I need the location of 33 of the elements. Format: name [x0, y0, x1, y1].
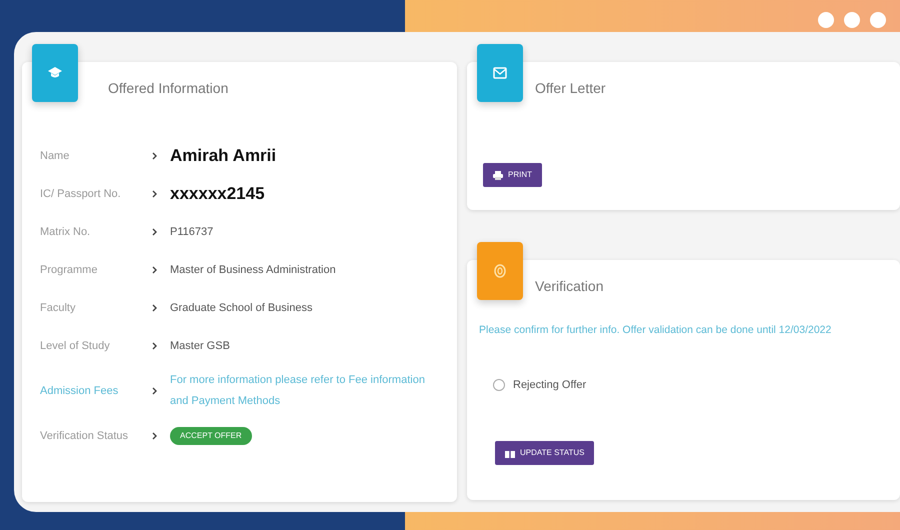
field-value: Master of Business Administration [170, 262, 336, 278]
card-title: Verification [535, 277, 604, 296]
print-button[interactable]: PRINT [483, 163, 542, 187]
field-label: Level of Study [40, 338, 111, 354]
chevron-icon [152, 432, 157, 440]
option-label: Rejecting Offer [513, 378, 586, 393]
chevron-icon [152, 386, 157, 395]
field-value: P116737 [170, 224, 214, 240]
field-value: Graduate School of Business [170, 300, 312, 316]
radio-button[interactable] [493, 379, 505, 391]
printer-icon [493, 170, 503, 180]
chevron-icon [152, 304, 157, 312]
card-title: Offer Letter [535, 79, 606, 98]
field-value: Amirah Amrii [170, 145, 276, 168]
status-badge: ACCEPT OFFER [170, 427, 252, 445]
field-label: Name [40, 148, 70, 164]
chevron-icon [152, 342, 157, 350]
field-value: xxxxxx2145 [170, 183, 265, 206]
chevron-icon [152, 190, 157, 198]
info-note: Please confirm for further info. Offer validation can be done until 12/03/2022 [479, 323, 832, 338]
field-label: IC/ Passport No. [40, 186, 122, 202]
field-label: Verification Status [40, 428, 130, 444]
chevron-icon [152, 228, 157, 236]
field-label: Programme [40, 262, 98, 278]
field-label: Faculty [40, 300, 76, 316]
chevron-icon [152, 152, 157, 160]
field-label: Admission Fees [40, 384, 120, 399]
update-status-button[interactable]: UPDATE STATUS [495, 441, 594, 466]
card-title: Offered Information [108, 79, 228, 98]
field-value: Master GSB [170, 338, 230, 354]
field-label: Matrix No. [40, 224, 92, 240]
chevron-icon [152, 266, 157, 274]
window-dots-drawing [818, 12, 886, 28]
